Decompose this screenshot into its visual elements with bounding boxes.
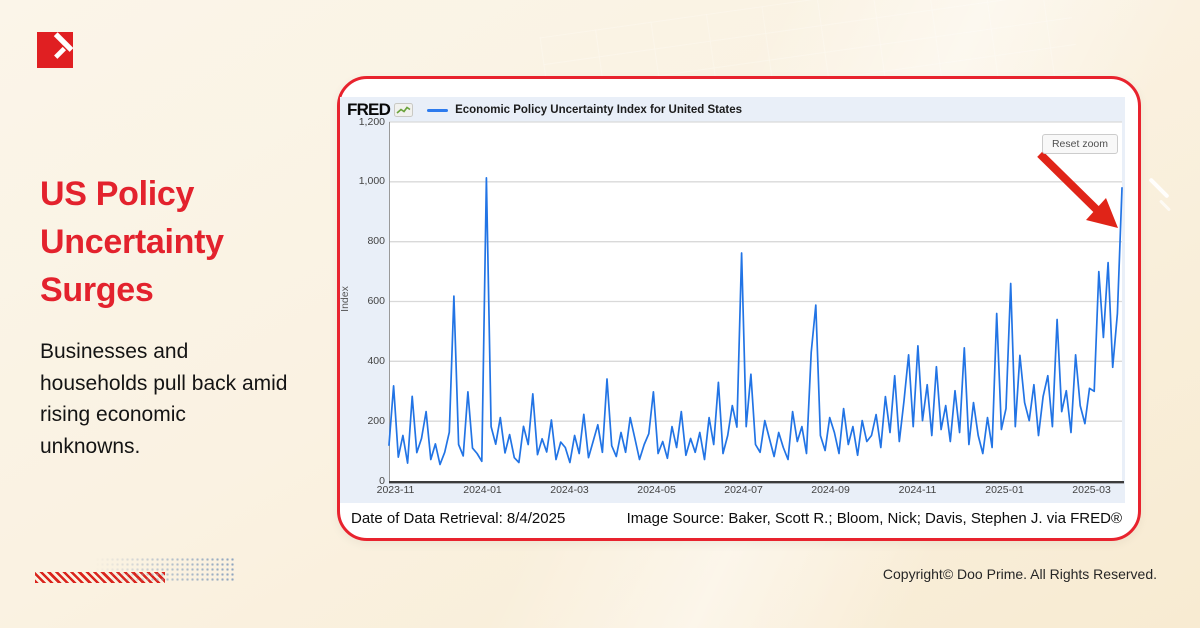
title-line: US Policy [40, 170, 320, 218]
y-axis-tick-label: 600 [340, 295, 385, 307]
doo-prime-logo [37, 32, 73, 68]
y-axis-tick-label: 800 [340, 235, 385, 247]
fred-chart-widget: FRED Economic Policy Uncertainty Index f… [340, 97, 1125, 503]
legend-line-swatch [427, 109, 448, 112]
x-axis-tick-label: 2025-03 [1061, 484, 1123, 496]
decorative-dot-pattern [95, 557, 235, 583]
light-glint [1148, 177, 1169, 198]
card-captions: Date of Data Retrieval: 8/4/2025 Image S… [351, 510, 1122, 527]
chart-header: FRED Economic Policy Uncertainty Index f… [347, 101, 742, 119]
title-line: Surges [40, 266, 320, 314]
light-glint [1159, 199, 1171, 211]
x-axis-tick-label: 2024-09 [800, 484, 862, 496]
subtitle-text: Businesses and households pull back amid… [40, 336, 292, 462]
legend-series-label: Economic Policy Uncertainty Index for Un… [455, 104, 742, 116]
page-title: US Policy Uncertainty Surges [40, 170, 320, 314]
reset-zoom-button[interactable]: Reset zoom [1042, 134, 1118, 154]
title-line: Uncertainty [40, 218, 320, 266]
y-axis-tick-label: 400 [340, 355, 385, 367]
chart-card: FRED Economic Policy Uncertainty Index f… [337, 76, 1141, 541]
retrieval-date-caption: Date of Data Retrieval: 8/4/2025 [351, 510, 565, 527]
chart-plot-area[interactable] [340, 97, 1125, 503]
image-source-caption: Image Source: Baker, Scott R.; Bloom, Ni… [627, 510, 1122, 527]
y-axis-tick-label: 200 [340, 415, 385, 427]
chart-legend: Economic Policy Uncertainty Index for Un… [427, 104, 742, 116]
headline: US Policy Uncertainty Surges [40, 170, 320, 314]
x-axis-tick-label: 2024-05 [626, 484, 688, 496]
y-axis-tick-label: 1,000 [340, 175, 385, 187]
fred-sparkline-icon [394, 103, 413, 117]
x-axis-tick-label: 2023-11 [365, 484, 427, 496]
y-axis-tick-label: 1,200 [340, 116, 385, 128]
x-axis-tick-label: 2024-01 [452, 484, 514, 496]
x-axis-tick-label: 2024-03 [539, 484, 601, 496]
copyright-text: Copyright© Doo Prime. All Rights Reserve… [883, 566, 1157, 582]
x-axis-tick-label: 2024-11 [887, 484, 949, 496]
x-axis-tick-label: 2025-01 [974, 484, 1036, 496]
x-axis-tick-label: 2024-07 [713, 484, 775, 496]
